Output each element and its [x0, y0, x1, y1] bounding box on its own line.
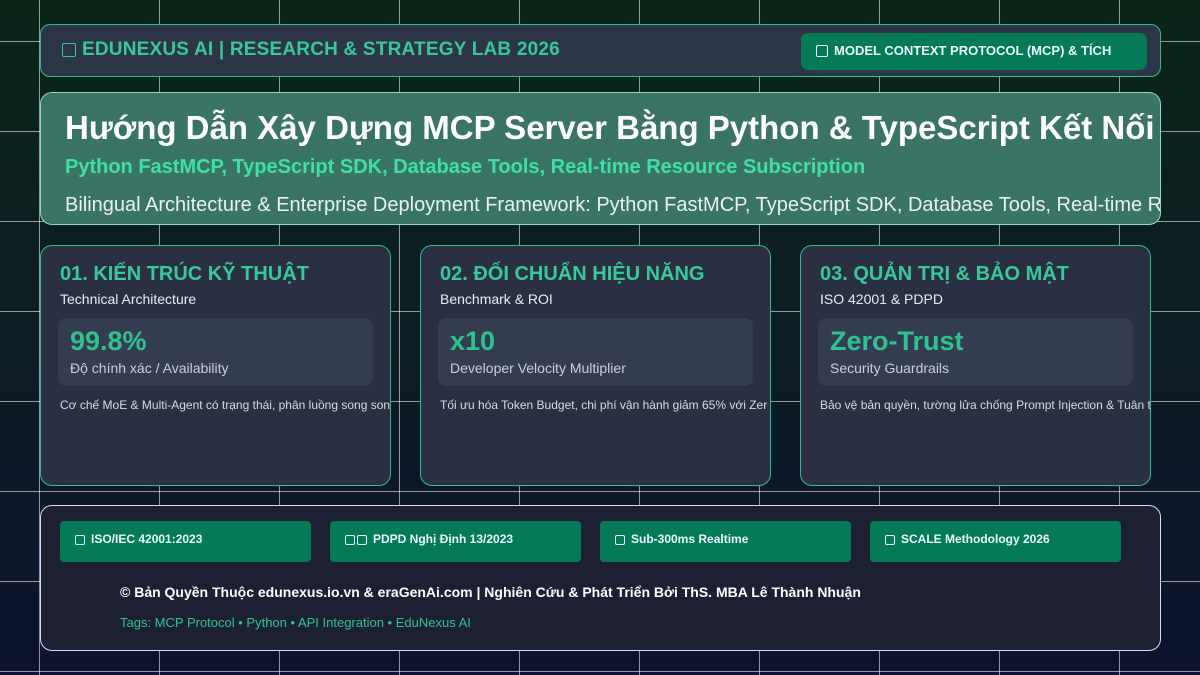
box-icon	[75, 535, 85, 545]
metric-value: 99.8%	[70, 326, 147, 356]
card-benchmark: 02. ĐỐI CHUẨN HIỆU NĂNG Benchmark & ROI …	[420, 245, 771, 486]
chip-realtime: Sub-300ms Realtime	[600, 521, 851, 562]
card-technical-architecture: 01. KIẾN TRÚC KỸ THUẬT Technical Archite…	[40, 245, 391, 486]
card-subtitle: ISO 42001 & PDPD	[820, 291, 943, 307]
page-description: Bilingual Architecture & Enterprise Depl…	[65, 194, 1161, 216]
card-title: 02. ĐỐI CHUẨN HIỆU NĂNG	[440, 263, 705, 285]
top-bar: EDUNEXUS AI | RESEARCH & STRATEGY LAB 20…	[40, 24, 1161, 77]
metric-label: Developer Velocity Multiplier	[450, 360, 626, 376]
card-title: 01. KIẾN TRÚC KỸ THUẬT	[60, 263, 309, 285]
page-subtitle: Python FastMCP, TypeScript SDK, Database…	[65, 156, 866, 178]
chip-label: SCALE Methodology 2026	[901, 532, 1050, 546]
chip-label: ISO/IEC 42001:2023	[91, 532, 203, 546]
tags-line: Tags: MCP Protocol • Python • API Integr…	[120, 615, 471, 630]
hero-banner: Hướng Dẫn Xây Dựng MCP Server Bằng Pytho…	[40, 92, 1161, 225]
page-title: Hướng Dẫn Xây Dựng MCP Server Bằng Pytho…	[65, 109, 1155, 146]
chip-pdpd: PDPD Nghị Định 13/2023	[330, 521, 581, 562]
card-title: 03. QUẢN TRỊ & BẢO MẬT	[820, 263, 1069, 285]
topic-badge-text: MODEL CONTEXT PROTOCOL (MCP) & TÍCH	[834, 43, 1112, 58]
copyright-text: © Bản Quyền Thuộc edunexus.io.vn & eraGe…	[120, 584, 861, 600]
card-subtitle: Technical Architecture	[60, 291, 197, 307]
box-icon	[62, 43, 76, 57]
brand-text: EDUNEXUS AI | RESEARCH & STRATEGY LAB 20…	[82, 39, 560, 60]
metric-label: Security Guardrails	[830, 360, 950, 376]
card-description: Tối ưu hóa Token Budget, chi phí vận hàn…	[440, 398, 768, 412]
card-governance-security: 03. QUẢN TRỊ & BẢO MẬT ISO 42001 & PDPD …	[800, 245, 1151, 486]
box-icon	[615, 535, 625, 545]
chip-iso: ISO/IEC 42001:2023	[60, 521, 311, 562]
metric-value: x10	[450, 326, 496, 356]
chip-label: Sub-300ms Realtime	[631, 532, 749, 546]
box-icon	[345, 535, 355, 545]
card-description: Bảo vệ bản quyền, tường lửa chống Prompt…	[820, 398, 1151, 412]
topic-badge: MODEL CONTEXT PROTOCOL (MCP) & TÍCH	[801, 33, 1147, 70]
footer-panel: ISO/IEC 42001:2023 PDPD Nghị Định 13/202…	[40, 505, 1161, 651]
chip-label: PDPD Nghị Định 13/2023	[373, 532, 514, 546]
metric-box: 99.8% Độ chính xác / Availability	[58, 318, 373, 386]
brand-title: EDUNEXUS AI | RESEARCH & STRATEGY LAB 20…	[62, 39, 560, 61]
metric-box: x10 Developer Velocity Multiplier	[438, 318, 753, 386]
card-subtitle: Benchmark & ROI	[440, 291, 553, 307]
box-icon	[357, 535, 367, 545]
card-description: Cơ chế MoE & Multi-Agent có trạng thái, …	[60, 398, 391, 412]
metric-box: Zero-Trust Security Guardrails	[818, 318, 1133, 386]
metric-value: Zero-Trust	[830, 326, 964, 356]
box-icon	[816, 45, 828, 57]
metric-label: Độ chính xác / Availability	[70, 360, 229, 376]
box-icon	[885, 535, 895, 545]
chip-scale: SCALE Methodology 2026	[870, 521, 1121, 562]
